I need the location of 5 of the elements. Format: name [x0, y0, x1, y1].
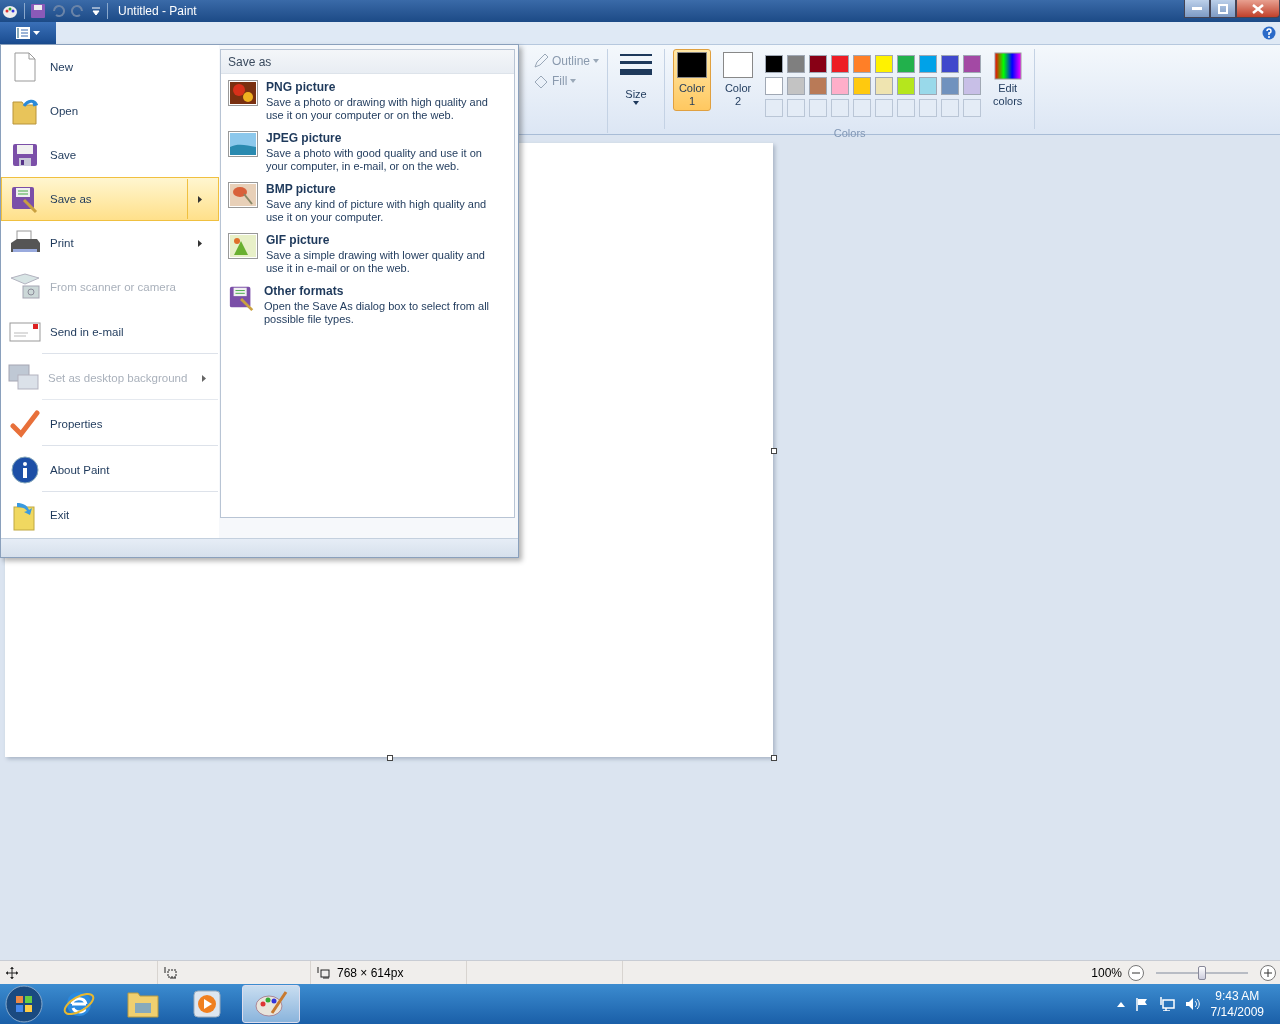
image-size-text: 768 × 614px: [337, 965, 404, 980]
window-title: Untitled - Paint: [118, 4, 197, 18]
submenu-title: Save as: [221, 50, 514, 74]
group-label: Colors: [833, 127, 866, 139]
zoom-percent: 100%: [1091, 965, 1122, 980]
